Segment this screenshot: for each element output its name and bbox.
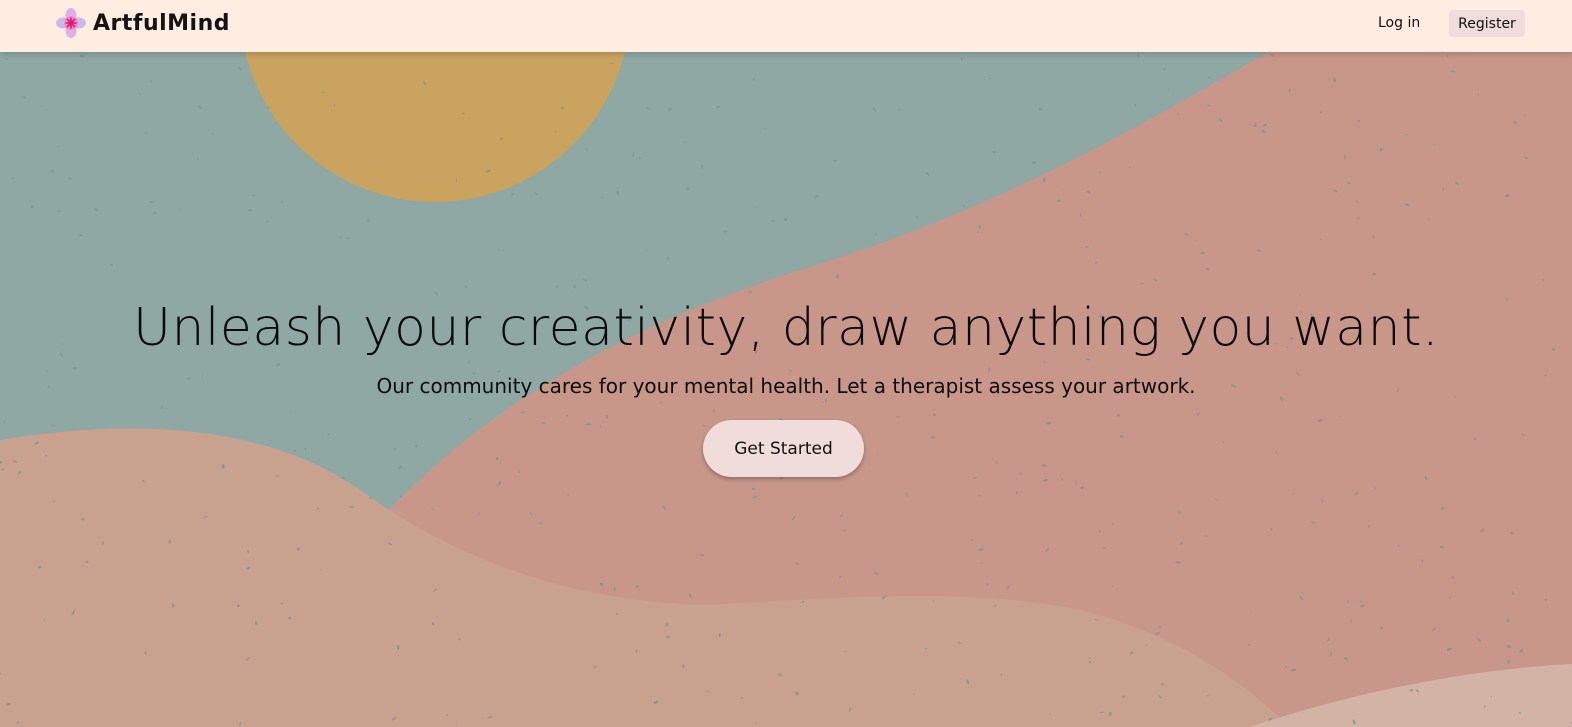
flower-icon xyxy=(56,8,86,38)
login-link[interactable]: Log in xyxy=(1378,12,1420,34)
speckle xyxy=(1350,619,1352,624)
speckle xyxy=(682,664,685,668)
hero-section: Unleash your creativity, draw anything y… xyxy=(0,290,1572,406)
landing-page: ArtfulMind Log in Register Unleash your … xyxy=(0,0,1572,727)
speckle xyxy=(1061,477,1064,481)
speckle xyxy=(397,644,400,650)
speckle xyxy=(566,414,568,417)
hero-subtitle: Our community cares for your mental heal… xyxy=(376,374,1196,398)
get-started-button[interactable]: Get Started xyxy=(703,420,864,477)
speckle xyxy=(1443,187,1445,192)
hero-title: Unleash your creativity, draw anything y… xyxy=(132,298,1440,358)
brand-link[interactable]: ArtfulMind xyxy=(56,7,230,39)
brand-name: ArtfulMind xyxy=(93,10,231,36)
navbar: ArtfulMind Log in Register xyxy=(0,0,1572,52)
register-button[interactable]: Register xyxy=(1449,10,1525,37)
speckle xyxy=(149,201,155,203)
